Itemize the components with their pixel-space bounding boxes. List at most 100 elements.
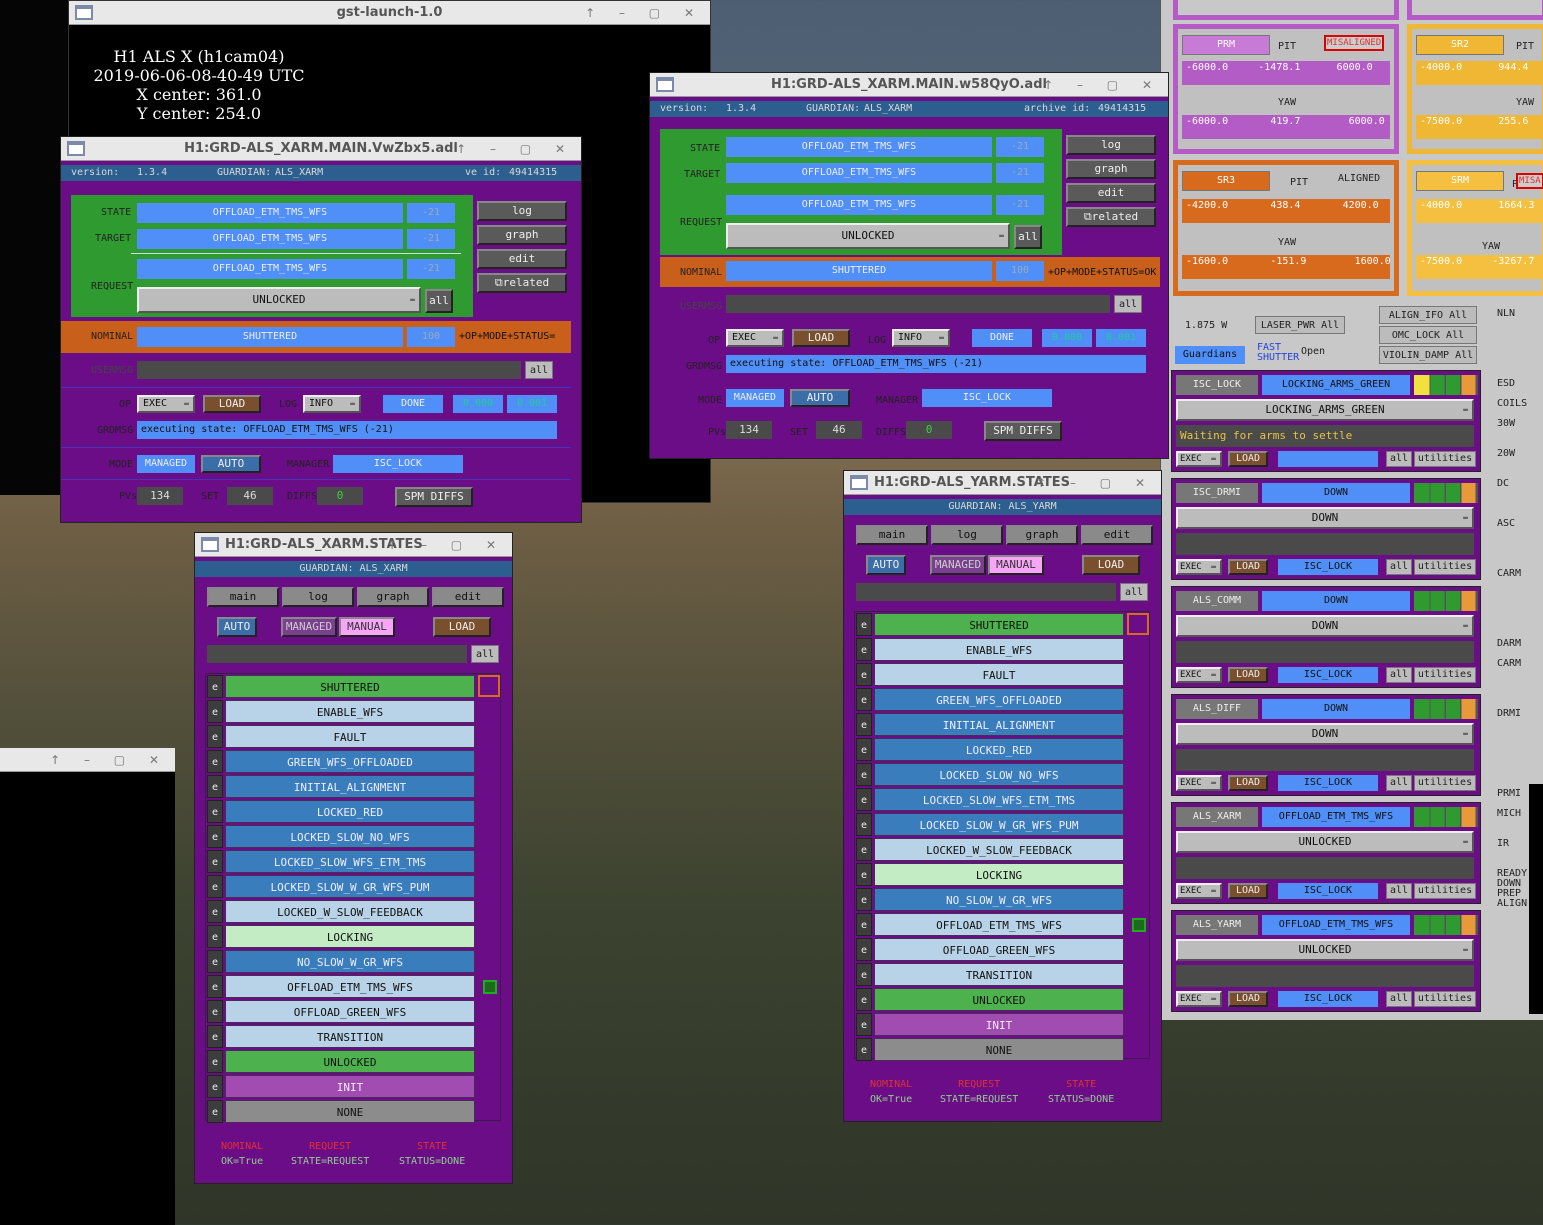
load-button[interactable]: LOAD (1228, 883, 1268, 899)
spm-diffs-button[interactable]: SPM DIFFS (984, 421, 1062, 441)
state-button-none[interactable]: NONE (874, 1038, 1124, 1061)
managed-button[interactable]: MANAGED (930, 555, 986, 575)
load-button[interactable]: LOAD (1228, 991, 1268, 1007)
tab-main[interactable]: main (856, 525, 928, 545)
all-button[interactable]: all (471, 645, 499, 663)
utilities-button[interactable]: utilities (1414, 559, 1476, 575)
edit-state-button[interactable]: e (856, 988, 872, 1011)
edit-state-button[interactable]: e (207, 1100, 223, 1123)
guardian-request-dropdown[interactable]: DOWN (1176, 723, 1474, 745)
edit-state-button[interactable]: e (856, 1013, 872, 1036)
state-button-init[interactable]: INIT (874, 1013, 1124, 1036)
w2-titlebar[interactable]: H1:GRD-ALS_XARM.MAIN.w58QyO.adl ↑ – ▢ ✕ (650, 73, 1168, 97)
state-button-green_wfs_offloaded[interactable]: GREEN_WFS_OFFLOADED (225, 750, 475, 773)
manual-button[interactable]: MANUAL (988, 555, 1044, 575)
guardian-request-dropdown[interactable]: DOWN (1176, 507, 1474, 529)
utilities-button[interactable]: utilities (1414, 451, 1476, 467)
state-button-transition[interactable]: TRANSITION (225, 1025, 475, 1048)
state-button-unlocked[interactable]: UNLOCKED (874, 988, 1124, 1011)
edit-state-button[interactable]: e (856, 863, 872, 886)
state-button-shuttered[interactable]: SHUTTERED (874, 613, 1124, 636)
usermsg-all-button[interactable]: all (1114, 295, 1142, 313)
edit-state-button[interactable]: e (856, 663, 872, 686)
exec-dropdown[interactable]: EXEC (1176, 451, 1222, 467)
tab-edit[interactable]: edit (1081, 525, 1153, 545)
manual-button[interactable]: MANUAL (339, 617, 395, 637)
w4-titlebar[interactable]: H1:GRD-ALS_YARM.STATES ↑ – ▢ ✕ (844, 471, 1161, 495)
edit-state-button[interactable]: e (856, 613, 872, 636)
edit-state-button[interactable]: e (856, 813, 872, 836)
tab-graph[interactable]: graph (1006, 525, 1078, 545)
edit-state-button[interactable]: e (856, 688, 872, 711)
all-button[interactable]: all (1386, 775, 1412, 791)
sr2-button[interactable]: SR2 (1416, 35, 1504, 55)
guardian-request-dropdown[interactable]: DOWN (1176, 615, 1474, 637)
sr3-button[interactable]: SR3 (1182, 171, 1270, 191)
guardians-button[interactable]: Guardians (1175, 346, 1245, 364)
state-button-locked_slow_wfs_etm_tms[interactable]: LOCKED_SLOW_WFS_ETM_TMS (225, 850, 475, 873)
edit-state-button[interactable]: e (207, 750, 223, 773)
omc-lock-all-button[interactable]: OMC_LOCK All (1379, 326, 1477, 344)
guardian-request-dropdown[interactable]: UNLOCKED (1176, 831, 1474, 853)
edit-state-button[interactable]: e (207, 775, 223, 798)
state-button-init[interactable]: INIT (225, 1075, 475, 1098)
window-controls[interactable]: ↑ – ▢ ✕ (585, 1, 704, 25)
edit-button[interactable]: edit (1066, 183, 1156, 203)
gst-titlebar[interactable]: gst-launch-1.0 ↑ – ▢ ✕ (69, 1, 710, 25)
state-button-locking[interactable]: LOCKING (225, 925, 475, 948)
graph-button[interactable]: graph (1066, 159, 1156, 179)
edit-state-button[interactable]: e (856, 963, 872, 986)
state-button-transition[interactable]: TRANSITION (874, 963, 1124, 986)
load-button[interactable]: LOAD (792, 329, 850, 347)
state-button-locked_slow_no_wfs[interactable]: LOCKED_SLOW_NO_WFS (225, 825, 475, 848)
edit-state-button[interactable]: e (207, 800, 223, 823)
usermsg-all-button[interactable]: all (525, 361, 553, 379)
state-button-no_slow_w_gr_wfs[interactable]: NO_SLOW_W_GR_WFS (225, 950, 475, 973)
edit-state-button[interactable]: e (856, 788, 872, 811)
load-button[interactable]: LOAD (1082, 555, 1140, 575)
w1-titlebar[interactable]: H1:GRD-ALS_XARM.MAIN.VwZbx5.adl ↑ – ▢ ✕ (61, 137, 581, 161)
log-button[interactable]: log (1066, 135, 1156, 155)
edit-button[interactable]: edit (477, 249, 567, 269)
utilities-button[interactable]: utilities (1414, 991, 1476, 1007)
state-button-enable_wfs[interactable]: ENABLE_WFS (874, 638, 1124, 661)
state-button-locked_slow_w_gr_wfs_pum[interactable]: LOCKED_SLOW_W_GR_WFS_PUM (874, 813, 1124, 836)
window-controls[interactable]: ↑ – ▢ ✕ (456, 137, 575, 161)
edit-state-button[interactable]: e (207, 975, 223, 998)
auto-button[interactable]: AUTO (217, 617, 257, 637)
state-button-offload_etm_tms_wfs[interactable]: OFFLOAD_ETM_TMS_WFS (874, 913, 1124, 936)
edit-state-button[interactable]: e (207, 1050, 223, 1073)
guardian-name-button[interactable]: ISC_LOCK (1176, 375, 1258, 395)
load-button[interactable]: LOAD (1228, 667, 1268, 683)
state-button-unlocked[interactable]: UNLOCKED (225, 1050, 475, 1073)
request-dropdown[interactable]: UNLOCKED (137, 287, 421, 313)
state-button-locked_red[interactable]: LOCKED_RED (874, 738, 1124, 761)
guardian-name-button[interactable]: ALS_COMM (1176, 591, 1258, 611)
edit-state-button[interactable]: e (856, 638, 872, 661)
state-button-fault[interactable]: FAULT (874, 663, 1124, 686)
violin-damp-all-button[interactable]: VIOLIN_DAMP All (1379, 346, 1477, 364)
state-button-offload_green_wfs[interactable]: OFFLOAD_GREEN_WFS (225, 1000, 475, 1023)
edit-state-button[interactable]: e (856, 888, 872, 911)
align-ifo-all-button[interactable]: ALIGN_IFO All (1379, 306, 1477, 324)
spm-diffs-button[interactable]: SPM DIFFS (395, 487, 473, 507)
guardian-request-dropdown[interactable]: UNLOCKED (1176, 939, 1474, 961)
prm-button[interactable]: PRM (1182, 35, 1270, 55)
terminal-titlebar[interactable]: ↑ – ▢ ✕ (0, 748, 175, 772)
window-controls[interactable]: ↑ – ▢ ✕ (1036, 471, 1155, 495)
state-button-fault[interactable]: FAULT (225, 725, 475, 748)
edit-state-button[interactable]: e (207, 950, 223, 973)
load-button[interactable]: LOAD (1228, 775, 1268, 791)
all-button[interactable]: all (1120, 583, 1148, 601)
edit-state-button[interactable]: e (207, 1000, 223, 1023)
exec-dropdown[interactable]: EXEC (726, 329, 784, 347)
exec-dropdown[interactable]: EXEC (1176, 775, 1222, 791)
log-button[interactable]: log (477, 201, 567, 221)
window-controls[interactable]: ↑ – ▢ ✕ (1043, 73, 1162, 97)
exec-dropdown[interactable]: EXEC (1176, 667, 1222, 683)
state-button-initial_alignment[interactable]: INITIAL_ALIGNMENT (874, 713, 1124, 736)
exec-dropdown[interactable]: EXEC (1176, 883, 1222, 899)
tab-graph[interactable]: graph (357, 587, 429, 607)
edit-state-button[interactable]: e (856, 1038, 872, 1061)
all-button[interactable]: all (1386, 451, 1412, 467)
